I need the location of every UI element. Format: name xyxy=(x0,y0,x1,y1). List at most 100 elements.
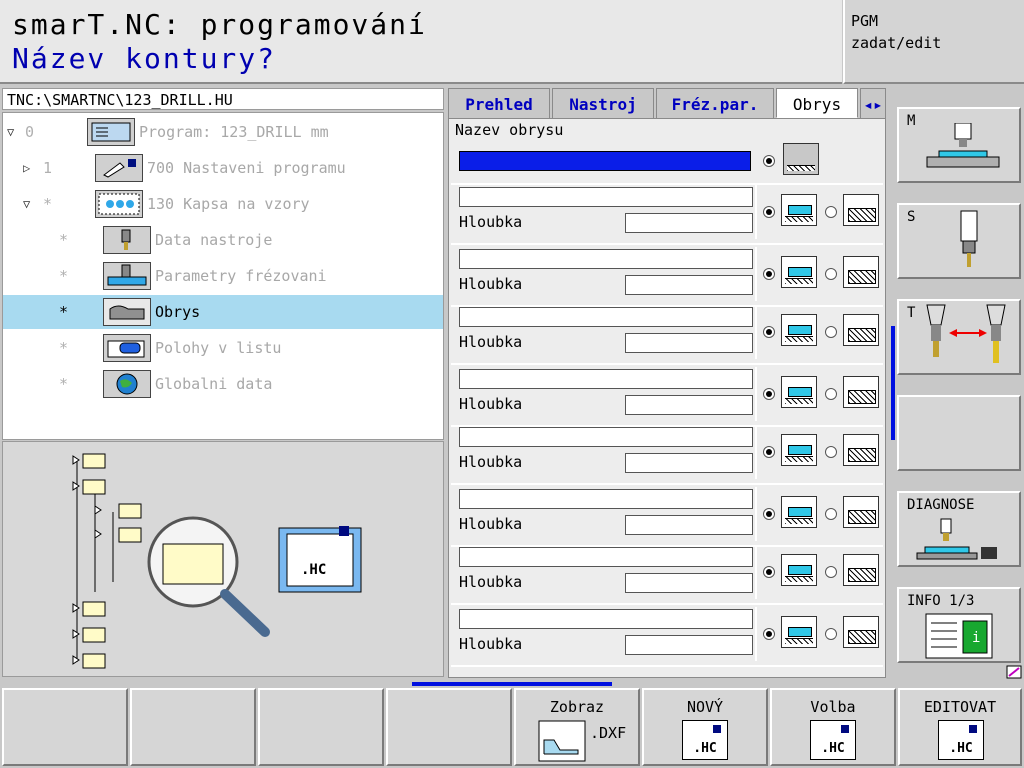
radio-island[interactable] xyxy=(825,326,837,338)
spindle-icon xyxy=(960,210,978,267)
softkey-label: NOVÝ xyxy=(686,698,724,716)
collapsed-icon[interactable]: ▷ xyxy=(23,161,30,175)
depth-field[interactable] xyxy=(625,515,753,535)
depth-field[interactable] xyxy=(625,275,753,295)
radio-island[interactable] xyxy=(825,268,837,280)
depth-field[interactable] xyxy=(625,573,753,593)
radio-pocket[interactable] xyxy=(763,446,775,458)
island-icon[interactable] xyxy=(843,554,879,586)
softkey-show-dxf[interactable]: Zobraz .DXF xyxy=(514,688,640,766)
depth-field[interactable] xyxy=(625,213,753,233)
contour-name-field[interactable] xyxy=(459,547,753,567)
island-icon[interactable] xyxy=(843,616,879,648)
side-button-empty[interactable] xyxy=(897,395,1021,471)
island-icon[interactable] xyxy=(843,376,879,408)
depth-field[interactable] xyxy=(625,453,753,473)
pocket-icon[interactable] xyxy=(781,314,817,346)
contour-name-field[interactable] xyxy=(459,307,753,327)
tree-row-tool-data[interactable]: * Data nastroje xyxy=(3,223,443,257)
contour-name-field[interactable] xyxy=(459,249,753,269)
softkey-edit-hc[interactable]: EDITOVAT .HC xyxy=(898,688,1022,766)
depth-field[interactable] xyxy=(625,635,753,655)
app-title: smarT.NC: programování xyxy=(12,8,427,41)
tree-row-positions[interactable]: * Polohy v listu xyxy=(3,331,443,365)
softkey-2[interactable] xyxy=(130,688,256,766)
tab-obrys[interactable]: Obrys xyxy=(776,88,858,118)
side-button-label: INFO 1/3 xyxy=(907,593,975,609)
radio-island[interactable] xyxy=(825,508,837,520)
contour-name-field[interactable] xyxy=(459,151,751,171)
tab-nastroj[interactable]: Nastroj xyxy=(552,88,654,118)
tab-prehled[interactable]: Prehled xyxy=(448,88,550,118)
pocket-icon[interactable] xyxy=(781,496,817,528)
pocket-icon[interactable] xyxy=(781,434,817,466)
tree-row-num: * xyxy=(59,339,69,357)
program-icon xyxy=(87,118,135,146)
contour-name-field[interactable] xyxy=(459,427,753,447)
pocket-icon[interactable] xyxy=(781,256,817,288)
divider xyxy=(451,243,883,245)
side-button-info[interactable]: INFO 1/3 i xyxy=(897,587,1021,663)
tree-row-global-data[interactable]: * Globalni data xyxy=(3,367,443,401)
radio-pocket[interactable] xyxy=(763,268,775,280)
radio-pocket[interactable] xyxy=(763,388,775,400)
pocket-icon[interactable] xyxy=(781,554,817,586)
radio-island[interactable] xyxy=(825,446,837,458)
radio-island[interactable] xyxy=(825,388,837,400)
contour-name-field[interactable] xyxy=(459,369,753,389)
tree-row-milling-params[interactable]: * Parametry frézovani xyxy=(3,259,443,293)
contour-name-field[interactable] xyxy=(459,187,753,207)
tree-row-label: Program: 123_DRILL mm xyxy=(139,123,329,141)
softkey-1[interactable] xyxy=(2,688,128,766)
depth-field[interactable] xyxy=(625,333,753,353)
radio-island[interactable] xyxy=(825,628,837,640)
vertical-scrollbar[interactable] xyxy=(891,326,895,440)
radio-pocket[interactable] xyxy=(763,508,775,520)
radio-pocket[interactable] xyxy=(763,566,775,578)
contour-pocket-icon[interactable] xyxy=(783,143,819,175)
tree-row-label: Obrys xyxy=(155,303,201,321)
side-button-diagnose[interactable]: DIAGNOSE xyxy=(897,491,1021,567)
island-icon[interactable] xyxy=(843,496,879,528)
contour-name-field[interactable] xyxy=(459,489,753,509)
tree-row-settings[interactable]: ▷ 1 700 Nastaveni programu xyxy=(3,151,443,185)
island-icon[interactable] xyxy=(843,314,879,346)
tree-row-contour[interactable]: * Obrys xyxy=(3,295,443,329)
depth-field[interactable] xyxy=(625,395,753,415)
island-icon[interactable] xyxy=(843,194,879,226)
softkey-select-hc[interactable]: Volba .HC xyxy=(770,688,896,766)
info-letter: i xyxy=(972,630,980,646)
radio-pocket[interactable] xyxy=(763,628,775,640)
tree-row-pattern-pocket[interactable]: ▽ * 130 Kapsa na vzory xyxy=(3,187,443,221)
contour-name-field[interactable] xyxy=(459,609,753,629)
softkey-new-hc[interactable]: NOVÝ .HC xyxy=(642,688,768,766)
tree-row-label: 130 Kapsa na vzory xyxy=(147,195,310,213)
tab-frez-par[interactable]: Fréz.par. xyxy=(656,88,774,118)
divider xyxy=(755,247,757,301)
expand-icon[interactable]: ▽ xyxy=(23,197,30,211)
softkey-3[interactable] xyxy=(258,688,384,766)
pocket-icon[interactable] xyxy=(781,376,817,408)
pocket-icon[interactable] xyxy=(781,616,817,648)
side-button-m[interactable]: M xyxy=(897,107,1021,183)
radio-island[interactable] xyxy=(825,566,837,578)
depth-label: Hloubka xyxy=(459,333,523,351)
pocket-icon[interactable] xyxy=(781,194,817,226)
divider xyxy=(755,367,757,421)
status-indicator-icon xyxy=(1006,664,1022,679)
side-button-s[interactable]: S xyxy=(897,203,1021,279)
island-icon[interactable] xyxy=(843,434,879,466)
expand-icon[interactable]: ▽ xyxy=(7,125,14,139)
tree-row-label: Parametry frézovani xyxy=(155,267,327,285)
radio-pocket[interactable] xyxy=(763,206,775,218)
radio-pocket[interactable] xyxy=(763,155,775,167)
tree-row-program[interactable]: ▽ 0 Program: 123_DRILL mm xyxy=(3,115,443,149)
contour-name-label: Nazev obrysu xyxy=(455,121,564,139)
radio-pocket[interactable] xyxy=(763,326,775,338)
softkey-4[interactable] xyxy=(386,688,512,766)
tab-scroll-arrows-icon[interactable]: ◂▸ xyxy=(860,88,886,118)
side-button-t[interactable]: T xyxy=(897,299,1021,375)
radio-island[interactable] xyxy=(825,206,837,218)
island-icon[interactable] xyxy=(843,256,879,288)
file-path: TNC:\SMARTNC\123_DRILL.HU xyxy=(2,88,444,110)
